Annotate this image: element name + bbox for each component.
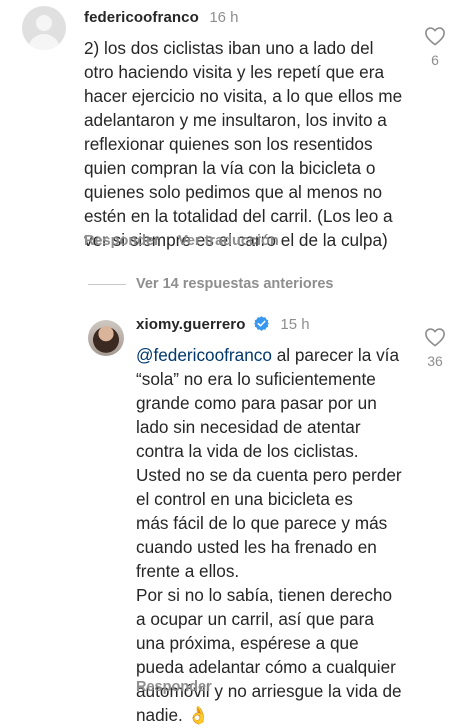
reply-time: 15 h xyxy=(280,316,310,333)
like-button[interactable] xyxy=(424,327,446,352)
comment-time: 16 h xyxy=(209,9,239,26)
heart-outline-icon xyxy=(425,27,445,46)
like-count: 6 xyxy=(431,52,439,68)
reply-button[interactable]: Responder xyxy=(84,233,160,249)
translate-button[interactable]: Ver traducción xyxy=(178,233,279,249)
comment-username[interactable]: federicoofranco xyxy=(84,9,199,26)
verified-badge-icon xyxy=(254,316,269,331)
view-previous-replies[interactable]: Ver 14 respuestas anteriores xyxy=(136,276,333,292)
like-count: 36 xyxy=(427,353,443,369)
avatar[interactable] xyxy=(22,6,66,50)
replies-divider xyxy=(88,284,126,285)
reply-username[interactable]: xiomy.guerrero xyxy=(136,316,246,333)
reply-button[interactable]: Responder xyxy=(136,679,212,695)
heart-outline-icon xyxy=(425,328,445,347)
mention-link[interactable]: @federicoofranco xyxy=(136,345,272,365)
comment-header: federicoofranco 16 h xyxy=(84,9,239,27)
reply-header: xiomy.guerrero 15 h xyxy=(136,315,310,334)
comment-text: 2) los dos ciclistas iban uno a lado del… xyxy=(84,38,403,250)
avatar-placeholder-head xyxy=(36,15,52,31)
like-button[interactable] xyxy=(424,26,446,51)
ok-hand-emoji-icon: 👌 xyxy=(187,705,210,725)
reply-text: @federicoofranco al parecer la vía “sola… xyxy=(136,343,426,727)
reply-text-body: al parecer la vía “sola” no era lo sufic… xyxy=(136,345,402,725)
avatar-placeholder-body xyxy=(28,34,60,50)
avatar[interactable] xyxy=(88,320,124,356)
